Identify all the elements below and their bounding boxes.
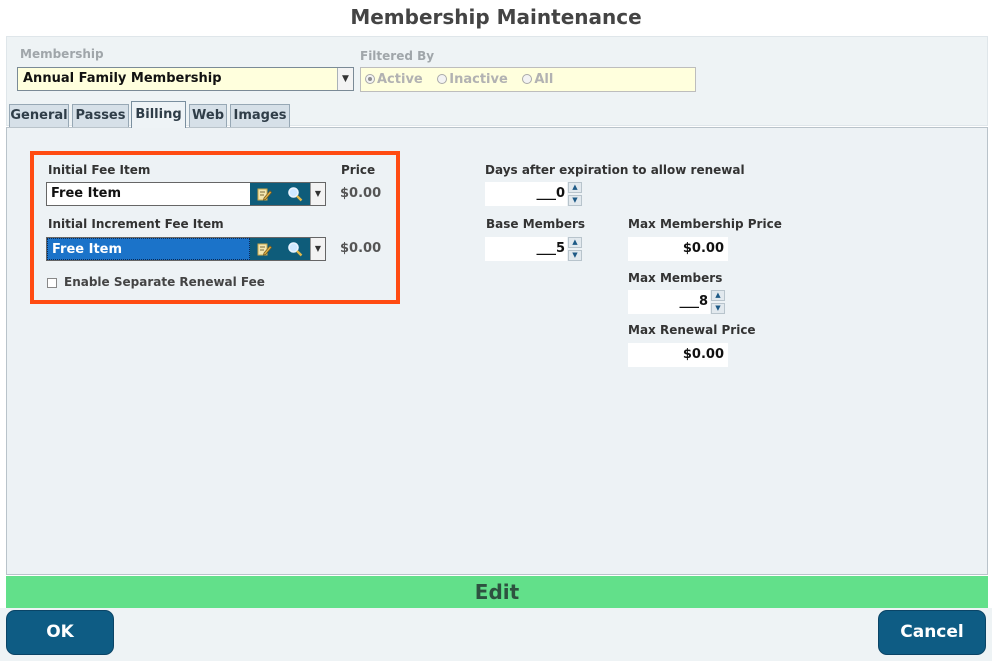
increment-fee-value[interactable]: Free Item [47,238,250,260]
spinner-up-icon[interactable]: ▲ [711,290,725,301]
edit-icon[interactable] [256,186,272,202]
chevron-down-icon[interactable]: ▼ [310,183,325,205]
max-renewal-price-label: Max Renewal Price [628,323,756,337]
initial-fee-value[interactable]: Free Item [47,183,250,205]
search-icon[interactable] [287,241,303,257]
filter-radio-all[interactable]: All [522,72,553,87]
membership-select-value: Annual Family Membership [23,71,222,86]
cancel-button[interactable]: Cancel [878,610,986,655]
max-membership-price-input[interactable]: $0.00 [628,237,728,261]
max-members-input[interactable]: ___8 [628,290,710,314]
footer [0,608,992,661]
initial-fee-price: $0.00 [340,186,382,201]
filtered-by-label: Filtered By [360,49,435,63]
max-membership-price-label: Max Membership Price [628,217,782,231]
spinner-down-icon[interactable]: ▼ [568,195,582,206]
chevron-down-icon[interactable]: ▼ [337,68,353,90]
window-title: Membership Maintenance [350,5,642,29]
max-members-label: Max Members [628,271,723,285]
max-members-spinner: ▲ ▼ [711,290,725,314]
search-icon[interactable] [287,186,303,202]
radio-icon [522,74,533,84]
initial-fee-combo[interactable]: Free Item ▼ [46,182,326,206]
renewal-fee-label: Enable Separate Renewal Fee [64,275,265,289]
tab-web[interactable]: Web [189,104,227,127]
base-members-input[interactable]: ___5 [485,237,567,261]
price-header: Price [341,163,376,177]
spinner-down-icon[interactable]: ▼ [568,250,582,261]
max-renewal-price-input[interactable]: $0.00 [628,343,728,367]
increment-fee-label: Initial Increment Fee Item [48,217,224,231]
tab-images[interactable]: Images [230,104,290,127]
days-after-expiration-input[interactable]: ___0 [485,182,567,206]
increment-fee-combo[interactable]: Free Item ▼ [46,237,326,261]
renewal-fee-checkbox[interactable] [47,278,57,288]
tab-general[interactable]: General [9,104,69,127]
chevron-down-icon[interactable]: ▼ [310,238,325,260]
filter-radio-active[interactable]: Active [365,72,423,87]
tab-billing[interactable]: Billing [131,101,186,128]
days-after-expiration-spinner: ▲ ▼ [568,182,582,206]
filter-radio-inactive[interactable]: Inactive [437,72,508,87]
days-after-expiration-label: Days after expiration to allow renewal [485,163,745,177]
spinner-up-icon[interactable]: ▲ [568,182,582,193]
edit-icon[interactable] [256,241,272,257]
tab-passes[interactable]: Passes [72,104,129,127]
mode-bar: Edit [6,576,988,608]
membership-select[interactable]: Annual Family Membership ▼ [17,67,354,91]
increment-fee-price: $0.00 [340,241,382,256]
ok-button[interactable]: OK [6,610,114,655]
filter-radio-group: Active Inactive All [360,67,696,92]
initial-fee-label: Initial Fee Item [48,163,151,177]
membership-label: Membership [20,47,104,61]
spinner-up-icon[interactable]: ▲ [568,237,582,248]
base-members-spinner: ▲ ▼ [568,237,582,261]
radio-icon [437,74,448,84]
spinner-down-icon[interactable]: ▼ [711,303,725,314]
radio-icon [365,74,375,84]
base-members-label: Base Members [486,217,586,231]
